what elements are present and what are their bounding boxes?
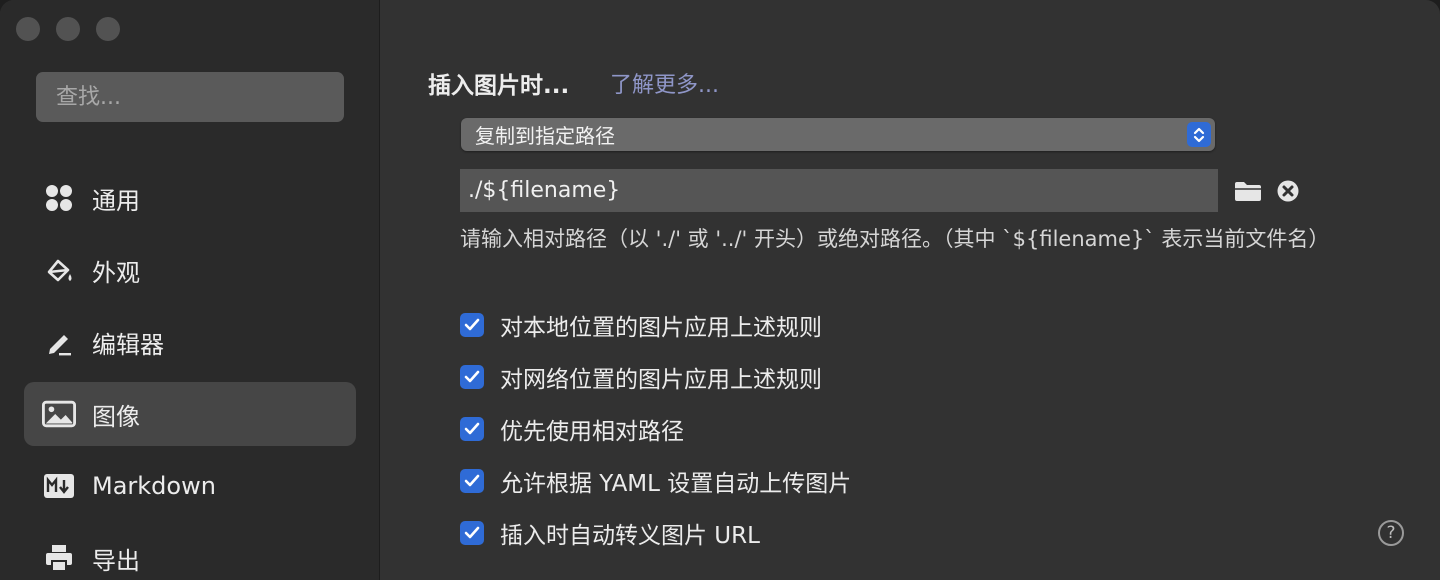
checkbox-checked[interactable] [460,521,484,545]
paint-bucket-icon [42,253,76,287]
path-hint-text: 请输入相对路径（以 './' 或 '../' 开头）或绝对路径。（其中 `${f… [460,227,1330,251]
option-network-images[interactable]: 对网络位置的图片应用上述规则 [460,362,822,393]
sidebar-item-editor[interactable]: 编辑器 [24,310,356,374]
sidebar-item-label: 外观 [92,258,140,287]
section-heading: 插入图片时... [428,73,570,99]
option-escape-url[interactable]: 插入时自动转义图片 URL [460,518,760,549]
image-icon [42,397,76,431]
zoom-window-button[interactable] [96,17,120,41]
markdown-icon [42,469,76,503]
help-button[interactable]: ? [1378,520,1404,546]
checkbox-checked[interactable] [460,313,484,337]
minimize-window-button[interactable] [56,17,80,41]
sidebar-item-label: 导出 [92,546,140,575]
checkbox-label: 插入时自动转义图片 URL [500,523,760,549]
checkbox-checked[interactable] [460,469,484,493]
sidebar-item-general[interactable]: 通用 [24,166,356,230]
option-yaml-auto-upload[interactable]: 允许根据 YAML 设置自动上传图片 [460,466,852,497]
select-value: 复制到指定路径 [475,124,615,148]
sidebar-item-appearance[interactable]: 外观 [24,238,356,302]
pencil-icon [42,325,76,359]
checkbox-label: 优先使用相对路径 [500,419,684,445]
sidebar-item-label: Markdown [92,472,216,500]
insert-action-select[interactable]: 复制到指定路径 [461,118,1215,151]
sidebar-item-label: 图像 [92,402,140,431]
checkbox-checked[interactable] [460,365,484,389]
printer-icon [42,541,76,575]
sidebar-item-label: 通用 [92,186,140,215]
search-input[interactable] [36,72,344,122]
image-path-input[interactable] [460,169,1218,212]
folder-icon[interactable] [1233,178,1263,204]
option-prefer-relative-path[interactable]: 优先使用相对路径 [460,414,684,445]
content-panel: 插入图片时... 了解更多... 复制到指定路径 请输入相 [380,0,1440,580]
sidebar: 通用 外观 编辑器 [0,0,380,580]
checkbox-label: 允许根据 YAML 设置自动上传图片 [500,471,852,497]
close-window-button[interactable] [16,17,40,41]
sidebar-item-markdown[interactable]: Markdown [24,454,356,518]
chevron-updown-icon [1187,122,1211,147]
clear-icon[interactable] [1276,179,1300,203]
learn-more-link[interactable]: 了解更多... [610,67,719,99]
checkbox-checked[interactable] [460,417,484,441]
preferences-window: 通用 外观 编辑器 [0,0,1440,580]
grid-icon [42,181,76,215]
checkbox-label: 对网络位置的图片应用上述规则 [500,367,822,393]
sidebar-item-export[interactable]: 导出 [24,526,356,580]
checkbox-label: 对本地位置的图片应用上述规则 [500,315,822,341]
option-local-images[interactable]: 对本地位置的图片应用上述规则 [460,310,822,341]
sidebar-item-label: 编辑器 [92,330,164,359]
sidebar-item-image[interactable]: 图像 [24,382,356,446]
